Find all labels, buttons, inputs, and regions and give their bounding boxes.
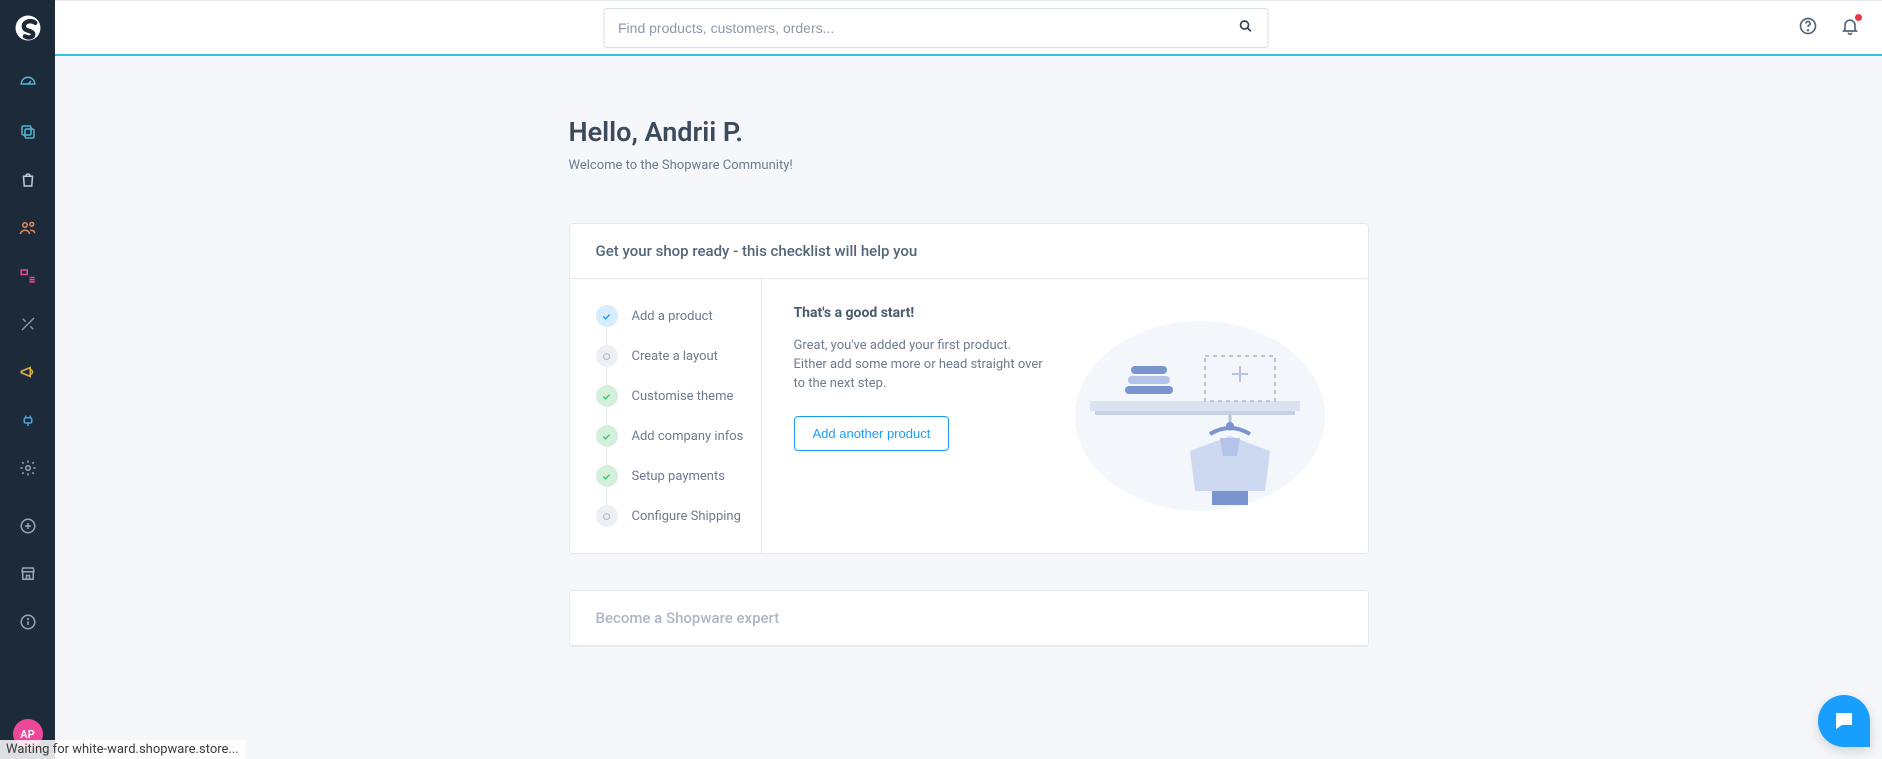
users-icon [19,219,37,237]
nav-customers[interactable] [0,214,55,242]
shopware-logo-icon [15,15,41,41]
nav-add[interactable] [0,512,55,540]
shelf-illustration-icon [1070,316,1330,516]
nav-dashboard[interactable] [0,70,55,98]
nav-settings[interactable] [0,454,55,482]
layout-icon [19,267,37,285]
brand-logo[interactable] [15,0,41,56]
check-icon [596,385,618,407]
chat-icon [1832,709,1856,733]
plug-icon [19,411,37,429]
checklist-item-customise-theme[interactable]: Customise theme [596,385,751,407]
help-circle-icon [1798,16,1818,36]
expert-card: Become a Shopware expert [569,590,1369,647]
checklist-detail: That's a good start! Great, you've added… [762,279,1368,553]
checklist-item-label: Customise theme [632,389,734,404]
check-icon [596,305,618,327]
browser-status: Waiting for white-ward.shopware.store... [0,740,245,759]
nav-marketing[interactable] [0,358,55,386]
gear-icon [19,459,37,477]
checklist-item-label: Setup payments [632,469,725,484]
illustration [1064,305,1336,527]
checklist-item-configure-shipping[interactable]: Configure Shipping [596,505,751,527]
gauge-icon [19,75,37,93]
topbar [55,0,1882,56]
plus-circle-icon [19,517,37,535]
checklist-item-create-layout[interactable]: Create a layout [596,345,751,367]
checklist-item-label: Create a layout [632,349,718,364]
sidebar: AP [0,0,55,759]
checklist-item-label: Configure Shipping [632,509,741,524]
circle-icon [596,505,618,527]
checklist-item-label: Add company infos [632,429,744,444]
nav-extensions[interactable] [0,406,55,434]
global-search[interactable] [603,8,1268,48]
info-circle-icon [19,613,37,631]
expert-card-title: Become a Shopware expert [570,591,1368,646]
search-icon[interactable] [1237,18,1253,38]
add-another-product-button[interactable]: Add another product [794,416,950,451]
checklist-item-add-product[interactable]: Add a product [596,305,751,327]
checklist-item-setup-payments[interactable]: Setup payments [596,465,751,487]
checklist-title: Get your shop ready - this checklist wil… [570,224,1368,279]
copy-icon [19,123,37,141]
help-button[interactable] [1798,16,1818,40]
page-subtitle: Welcome to the Shopware Community! [569,158,1369,173]
circle-icon [596,345,618,367]
nav-catalogues[interactable] [0,118,55,146]
tools-icon [19,315,37,333]
megaphone-icon [19,363,37,381]
checklist-item-label: Add a product [632,309,713,324]
nav-info[interactable] [0,608,55,636]
nav-orders[interactable] [0,166,55,194]
checklist-item-company-info[interactable]: Add company infos [596,425,751,447]
check-icon [596,425,618,447]
checklist: Add a product Create a layout [570,279,762,553]
bag-icon [19,171,37,189]
page-title: Hello, Andrii P. [569,116,1369,148]
search-input[interactable] [618,20,1237,36]
notifications-button[interactable] [1840,16,1860,40]
detail-title: That's a good start! [794,305,1044,321]
check-icon [596,465,618,487]
nav-tools[interactable] [0,310,55,338]
chat-fab[interactable] [1818,695,1870,747]
detail-description: Great, you've added your first product. … [794,337,1044,394]
notification-dot [1855,14,1862,21]
checklist-card: Get your shop ready - this checklist wil… [569,223,1369,554]
store-icon [19,565,37,583]
nav-storefront[interactable] [0,560,55,588]
nav-content[interactable] [0,262,55,290]
